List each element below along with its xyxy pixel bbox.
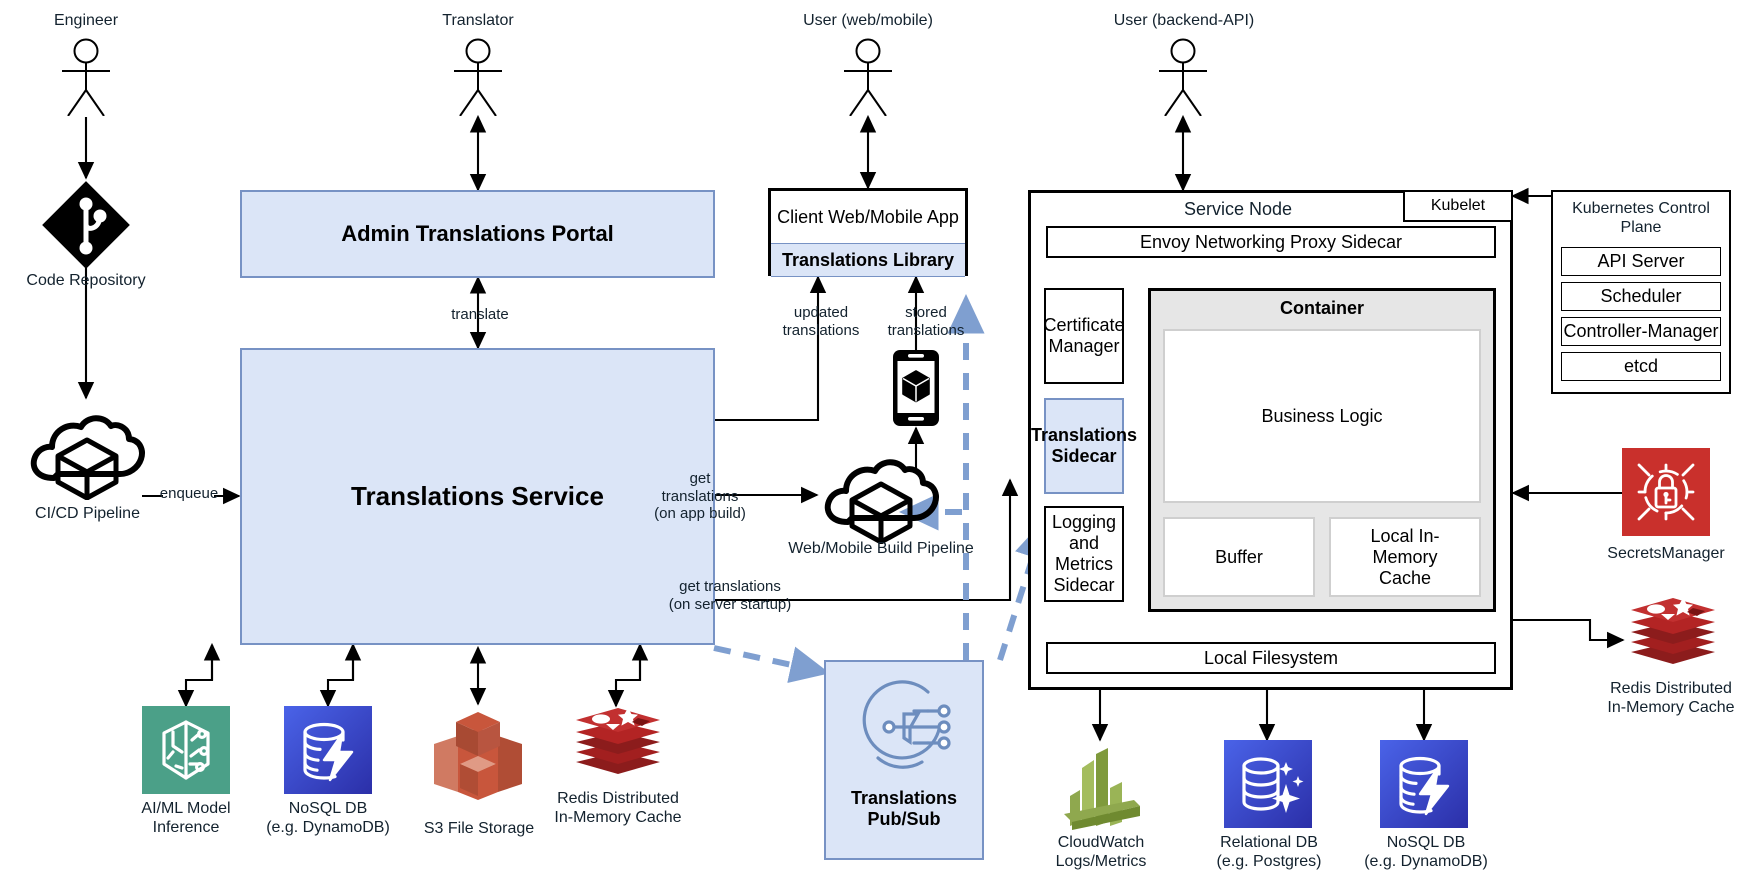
actor-user-backend-label: User (backend-API) xyxy=(1113,12,1255,29)
container: Container Business Logic Buffer Local In… xyxy=(1148,288,1496,612)
get-translations-server-label: get translations (on server startup) xyxy=(640,578,820,613)
updated-translations-label: updated translations xyxy=(768,304,874,339)
redis-left-label: Redis Distributed In-Memory Cache xyxy=(538,790,698,828)
local-in-memory-cache[interactable]: Local In- Memory Cache xyxy=(1329,517,1481,597)
control-plane-scheduler[interactable]: Scheduler xyxy=(1561,281,1721,311)
redis-left-text: Redis Distributed In-Memory Cache xyxy=(554,790,682,826)
cloudwatch-icon xyxy=(1064,748,1140,830)
secrets-manager-icon xyxy=(1622,448,1710,536)
actor-translator xyxy=(454,38,502,116)
dynamodb-icon-left xyxy=(284,706,372,794)
translate-edge-label: translate xyxy=(451,306,509,323)
local-filesystem[interactable]: Local Filesystem xyxy=(1046,642,1496,674)
control-plane-controller-manager[interactable]: Controller-Manager xyxy=(1561,316,1721,346)
actor-user-web-label: User (web/mobile) xyxy=(803,12,933,29)
relational-db-label: Relational DB (e.g. Postgres) xyxy=(1188,834,1350,872)
redis-right-text: Redis Distributed In-Memory Cache xyxy=(1607,680,1735,716)
architecture-diagram: Engineer Translator User (web/mobile) Us… xyxy=(0,0,1760,884)
kubelet-label: Kubelet xyxy=(1430,197,1486,214)
local-filesystem-label: Local Filesystem xyxy=(1203,647,1339,668)
actor-user-backend xyxy=(1159,38,1207,116)
envoy-label: Envoy Networking Proxy Sidecar xyxy=(1139,231,1403,252)
cloudwatch-text: CloudWatch Logs/Metrics xyxy=(1055,834,1147,870)
actor-user-web xyxy=(844,38,892,116)
actor-engineer xyxy=(62,38,110,116)
buffer[interactable]: Buffer xyxy=(1163,517,1315,597)
redis-right-label: Redis Distributed In-Memory Cache xyxy=(1588,680,1754,718)
mobile-device-icon xyxy=(893,350,939,426)
client-web-mobile-app[interactable]: Client Web/Mobile App Translations Libra… xyxy=(768,188,968,277)
service-node-label: Service Node xyxy=(1183,199,1293,219)
git-repository-icon xyxy=(42,181,130,269)
pubsub-label-text: Translations Pub/Sub xyxy=(850,788,958,829)
control-plane-title: Kubernetes Control Plane xyxy=(1553,192,1729,242)
get-translations-app-text: get translations (on app build) xyxy=(654,470,746,523)
actor-engineer-label: Engineer xyxy=(53,12,119,29)
control-plane-etcd[interactable]: etcd xyxy=(1561,351,1721,381)
translations-pubsub[interactable]: Translations Pub/Sub xyxy=(824,660,984,860)
get-translations-server-text: get translations (on server startup) xyxy=(668,578,792,613)
certificate-manager-sidecar[interactable]: Certificate Manager xyxy=(1043,288,1125,384)
logging-metrics-label: Logging and Metrics Sidecar xyxy=(1051,512,1117,595)
translations-pubsub-label: Translations Pub/Sub xyxy=(826,781,982,837)
translations-sidecar[interactable]: Translations Sidecar xyxy=(1031,398,1137,494)
certificate-manager-label: Certificate Manager xyxy=(1043,315,1125,356)
cicd-pipeline-label: CI/CD Pipeline xyxy=(35,505,140,522)
cloudwatch-label: CloudWatch Logs/Metrics xyxy=(1026,834,1176,872)
relational-db-text: Relational DB (e.g. Postgres) xyxy=(1216,834,1322,870)
cloud-cube-icon xyxy=(30,415,145,500)
redis-icon-right xyxy=(1631,598,1715,664)
translations-library[interactable]: Translations Library xyxy=(771,243,965,277)
updated-translations-text: updated translations xyxy=(782,304,860,339)
relational-db-icon xyxy=(1224,740,1312,828)
ai-brain-icon xyxy=(142,706,230,794)
web-mobile-build-pipeline-label: Web/Mobile Build Pipeline xyxy=(788,540,974,557)
translations-sidecar-label: Translations Sidecar xyxy=(1030,425,1138,466)
code-repository-label: Code Repository xyxy=(26,272,146,289)
container-label: Container xyxy=(1279,297,1364,318)
get-translations-app-label: get translations (on app build) xyxy=(640,470,760,523)
secrets-manager-label: SecretsManager xyxy=(1607,545,1725,562)
logging-metrics-sidecar[interactable]: Logging and Metrics Sidecar xyxy=(1044,506,1124,602)
redis-icon-left xyxy=(576,708,660,774)
nosql-db-right-text: NoSQL DB (e.g. DynamoDB) xyxy=(1364,834,1488,870)
admin-translations-portal[interactable]: Admin Translations Portal xyxy=(240,190,715,278)
kubernetes-control-plane: Kubernetes Control Plane API Server Sche… xyxy=(1551,190,1731,394)
business-logic[interactable]: Business Logic xyxy=(1163,329,1481,503)
nosql-db-left-label: NoSQL DB (e.g. DynamoDB) xyxy=(246,800,410,838)
actor-translator-label: Translator xyxy=(442,12,514,29)
stored-translations-label: stored translations xyxy=(874,304,978,339)
kubelet-badge[interactable]: Kubelet xyxy=(1403,190,1513,222)
stored-translations-text: stored translations xyxy=(887,304,965,339)
nosql-db-left-text: NoSQL DB (e.g. DynamoDB) xyxy=(266,800,390,836)
nosql-db-right-label: NoSQL DB (e.g. DynamoDB) xyxy=(1342,834,1510,872)
envoy-networking-proxy-sidecar[interactable]: Envoy Networking Proxy Sidecar xyxy=(1046,226,1496,258)
pubsub-topic-icon xyxy=(862,680,951,769)
web-mobile-build-pipeline-icon xyxy=(824,459,939,544)
client-app-title: Client Web/Mobile App xyxy=(777,206,959,227)
ai-ml-model-text: AI/ML Model Inference xyxy=(141,800,231,836)
ai-ml-model-label: AI/ML Model Inference xyxy=(118,800,254,838)
enqueue-edge-label: enqueue xyxy=(159,485,219,502)
s3-storage-label: S3 File Storage xyxy=(423,820,535,837)
control-plane-api-server[interactable]: API Server xyxy=(1561,246,1721,276)
local-cache-label: Local In- Memory Cache xyxy=(1370,525,1440,588)
s3-bucket-icon xyxy=(434,712,522,800)
control-plane-title-text: Kubernetes Control Plane xyxy=(1572,200,1710,236)
dynamodb-icon-right xyxy=(1380,740,1468,828)
